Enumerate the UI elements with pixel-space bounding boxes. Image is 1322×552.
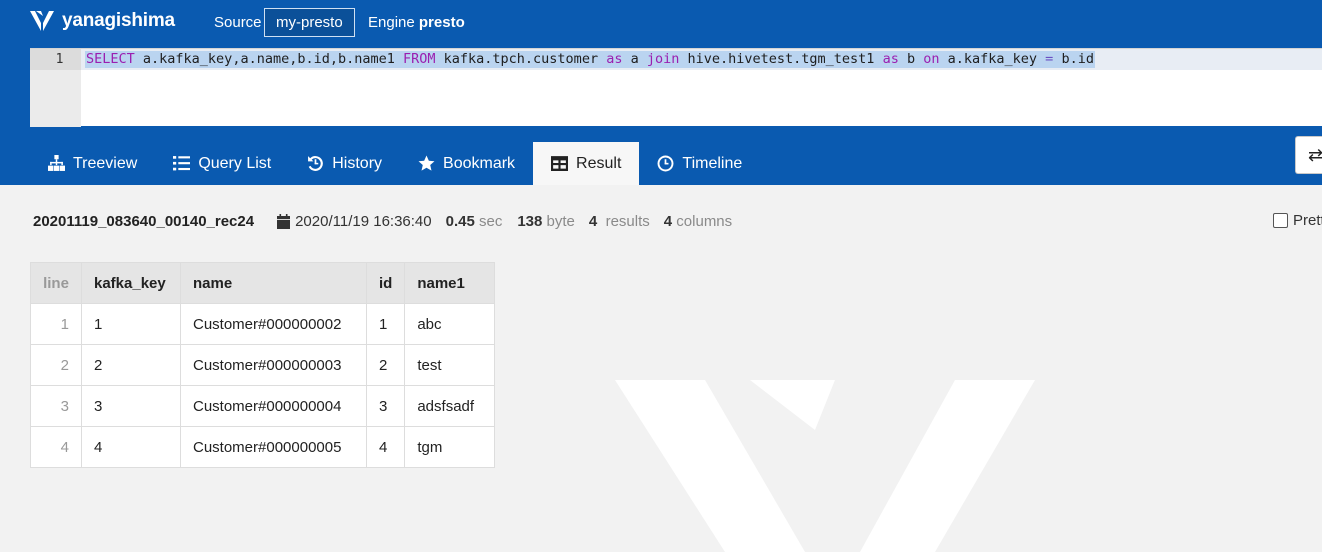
table-cell[interactable]: test [404,344,496,386]
columns-stat: 4 columns [664,213,732,230]
source-label: Source [214,14,262,31]
sql-keyword: as [882,51,899,67]
table-cell[interactable]: 2 [81,344,181,386]
logo[interactable]: yanagishima [30,10,175,32]
sitemap-icon [48,155,65,171]
exchange-icon: ⇄ [1308,145,1322,165]
table-header-row: line kafka_key name id name1 [30,262,496,304]
results-count: 4 [588,213,598,230]
logo-watermark [615,380,1035,552]
checkbox-box[interactable] [1273,213,1288,228]
pretty-checkbox[interactable]: Pretty [1273,212,1322,229]
sql-text: a [622,51,647,67]
tab-label: Treeview [73,154,138,172]
sql-keyword: as [606,51,623,67]
sql-text: b.id [1053,51,1094,67]
table-cell[interactable]: Customer#000000003 [180,344,367,386]
table-cell[interactable]: Customer#000000005 [180,426,367,468]
exchange-button[interactable]: ⇄ [1295,136,1322,174]
tab-treeview[interactable]: Treeview [30,142,155,185]
table-cell[interactable]: 4 [81,426,181,468]
pretty-label: Pretty [1293,212,1322,229]
sql-text: kafka.tpch.customer [435,51,607,67]
column-header-id[interactable]: id [365,262,406,304]
result-info-bar: 20201119_083640_00140_rec24 2020/11/19 1… [33,213,732,230]
results-stat: 4 results [589,213,650,230]
column-header-line[interactable]: line [30,262,82,304]
calendar-icon [277,214,291,229]
source-select[interactable]: my-presto [264,8,355,37]
tab-label: Bookmark [443,154,516,172]
tab-label: Query List [198,154,272,172]
elapsed-unit: sec [479,213,503,230]
line-cell: 2 [30,344,82,386]
line-cell: 4 [30,426,82,468]
engine-indicator: Engine presto [368,14,465,31]
list-icon [173,156,191,171]
results-label: results [605,213,650,230]
tab-label: Timeline [682,154,743,172]
sql-text: b [898,51,924,67]
table-cell[interactable]: 3 [365,385,406,427]
elapsed-value: 0.45 [445,213,475,230]
line-cell: 1 [30,303,82,345]
table-row: 2 2 Customer#000000003 2 test [30,344,496,386]
query-date: 2020/11/19 16:36:40 [277,213,432,230]
yanagishima-logo-icon [30,11,54,31]
result-table: line kafka_key name id name1 1 1 Custome… [30,262,496,468]
table-cell[interactable]: 3 [81,385,181,427]
columns-count: 4 [663,213,673,230]
line-cell: 3 [30,385,82,427]
sql-query-text[interactable]: SELECT a.kafka_key,a.name,b.id,b.name1 F… [85,51,1095,68]
size-stat: 138 byte [517,213,575,230]
column-header-kafka-key[interactable]: kafka_key [81,262,181,304]
table-cell[interactable]: 1 [365,303,406,345]
line-number: 1 [30,49,81,70]
top-header: yanagishima Source my-presto Engine pres… [0,0,1322,185]
table-cell[interactable]: 2 [365,344,406,386]
table-cell[interactable]: abc [404,303,496,345]
engine-label: Engine [368,14,415,31]
size-unit: byte [546,213,575,230]
star-icon [418,155,435,171]
sql-editor[interactable]: 1 SELECT a.kafka_key,a.name,b.id,b.name1… [30,48,1322,127]
tab-label: Result [576,154,622,172]
engine-value: presto [418,14,465,31]
elapsed-stat: 0.45 sec [446,213,503,230]
tab-history[interactable]: History [289,142,400,185]
table-row: 4 4 Customer#000000005 4 tgm [30,426,496,468]
brand-name: yanagishima [62,10,175,31]
clock-icon [657,155,674,172]
history-icon [308,156,324,171]
table-icon [551,156,569,171]
table-row: 1 1 Customer#000000002 1 abc [30,303,496,345]
sql-keyword: FROM [403,51,436,67]
date-text: 2020/11/19 16:36:40 [295,213,432,230]
column-header-name[interactable]: name [180,262,367,304]
tab-timeline[interactable]: Timeline [639,142,760,185]
sql-text: hive.hivetest.tgm_test1 [679,51,883,67]
table-cell[interactable]: tgm [404,426,496,468]
sql-keyword: join [646,51,680,67]
sql-text: a.kafka_key,a.name,b.id,b.name1 [134,51,403,67]
query-id[interactable]: 20201119_083640_00140_rec24 [33,213,254,230]
result-tabs: Treeview Query List History Bookmark Res… [30,142,760,185]
editor-gutter: 1 [30,49,81,127]
column-header-name1[interactable]: name1 [404,262,496,304]
table-row: 3 3 Customer#000000004 3 adsfsadf [30,385,496,427]
sql-keyword: SELECT [86,51,135,67]
tab-result[interactable]: Result [533,142,640,185]
table-cell[interactable]: Customer#000000002 [180,303,367,345]
table-cell[interactable]: Customer#000000004 [180,385,367,427]
tab-label: History [332,154,383,172]
tab-bookmark[interactable]: Bookmark [400,142,533,185]
table-cell[interactable]: 4 [365,426,406,468]
size-value: 138 [517,213,543,230]
sql-keyword: on [923,51,940,67]
table-cell[interactable]: adsfsadf [404,385,496,427]
columns-label: columns [676,213,733,230]
sql-text: a.kafka_key [939,51,1046,67]
table-cell[interactable]: 1 [81,303,181,345]
tab-query-list[interactable]: Query List [155,142,289,185]
